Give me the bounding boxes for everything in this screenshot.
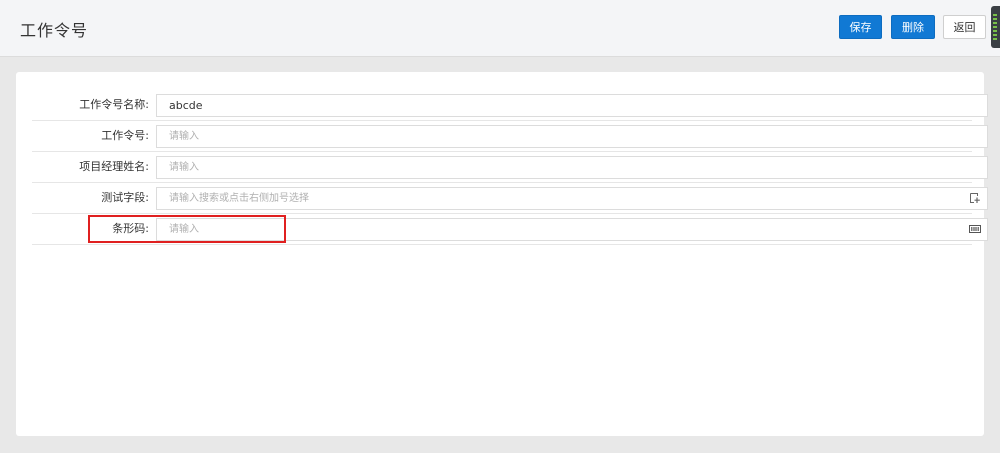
- page-title: 工作令号: [20, 21, 89, 40]
- add-select-icon[interactable]: [969, 192, 981, 204]
- form-row-barcode: 条形码: 请输入: [32, 214, 988, 245]
- form-card: 工作令号名称: abcde 工作令号: 请输入 项目经理姓名: 请输入 测试字段…: [16, 72, 988, 436]
- form-row-work-order-number: 工作令号: 请输入: [32, 121, 988, 152]
- form-row-test-field: 测试字段: 请输入搜索或点击右侧加号选择: [32, 183, 988, 214]
- test-field-placeholder: 请输入搜索或点击右侧加号选择: [169, 193, 309, 204]
- form-row-project-manager: 项目经理姓名: 请输入: [32, 152, 988, 183]
- barcode-label: 条形码:: [112, 222, 149, 235]
- barcode-icon[interactable]: [969, 223, 981, 235]
- delete-button[interactable]: 删除: [891, 15, 935, 39]
- work-order-name-label: 工作令号名称:: [79, 98, 149, 111]
- work-order-name-input[interactable]: abcde: [156, 94, 988, 117]
- project-manager-label: 项目经理姓名:: [79, 160, 149, 173]
- barcode-placeholder: 请输入: [169, 224, 199, 235]
- form-row-work-order-name: 工作令号名称: abcde: [32, 90, 988, 121]
- work-order-number-label: 工作令号:: [101, 129, 149, 142]
- test-field-input[interactable]: 请输入搜索或点击右侧加号选择: [156, 187, 988, 210]
- header-bar: 工作令号 保存 删除 返回: [0, 0, 1000, 57]
- project-manager-input[interactable]: 请输入: [156, 156, 988, 179]
- save-button[interactable]: 保存: [839, 15, 882, 39]
- back-button[interactable]: 返回: [943, 15, 986, 39]
- test-field-label: 测试字段:: [101, 191, 149, 204]
- barcode-input[interactable]: 请输入: [156, 218, 988, 241]
- work-order-number-input[interactable]: 请输入: [156, 125, 988, 148]
- side-panel-handle[interactable]: [991, 6, 1000, 48]
